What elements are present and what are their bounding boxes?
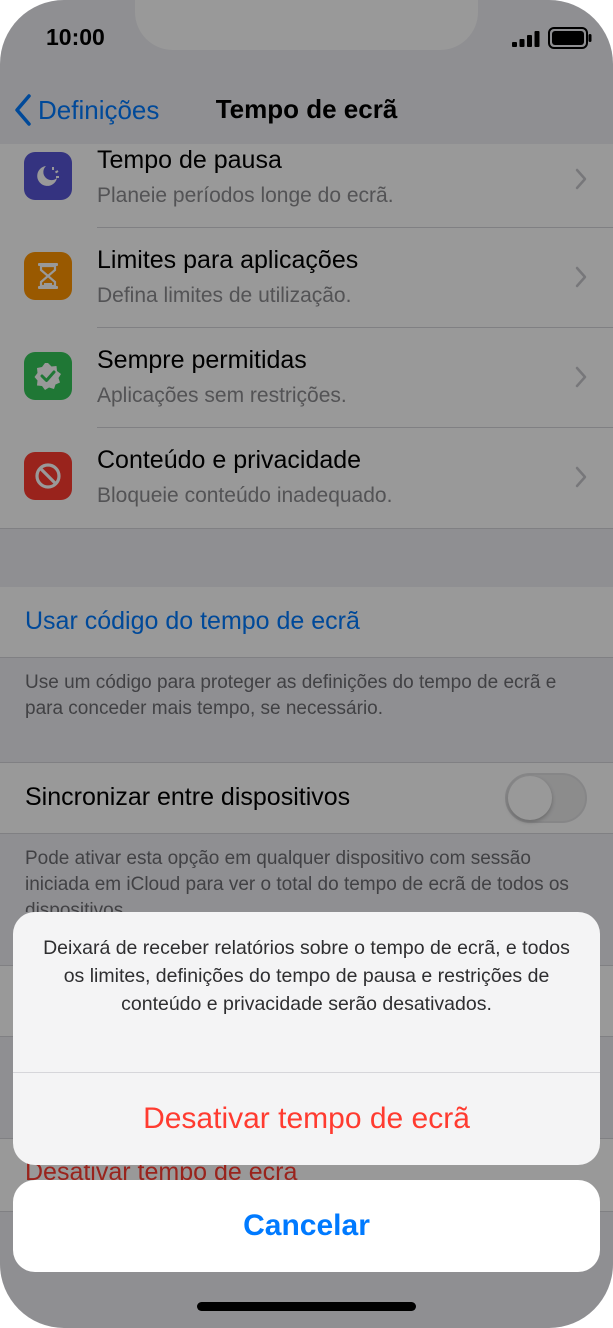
- cancel-button[interactable]: Cancelar: [13, 1180, 600, 1272]
- phone-screen: 10:00 Definições Tempo de ecrã Tempo de …: [0, 0, 613, 1328]
- turn-off-screen-time-button[interactable]: Desativar tempo de ecrã: [13, 1073, 600, 1165]
- action-sheet: Deixará de receber relatórios sobre o te…: [13, 912, 600, 1165]
- action-sheet-message: Deixará de receber relatórios sobre o te…: [43, 937, 570, 1015]
- home-indicator[interactable]: [197, 1302, 416, 1311]
